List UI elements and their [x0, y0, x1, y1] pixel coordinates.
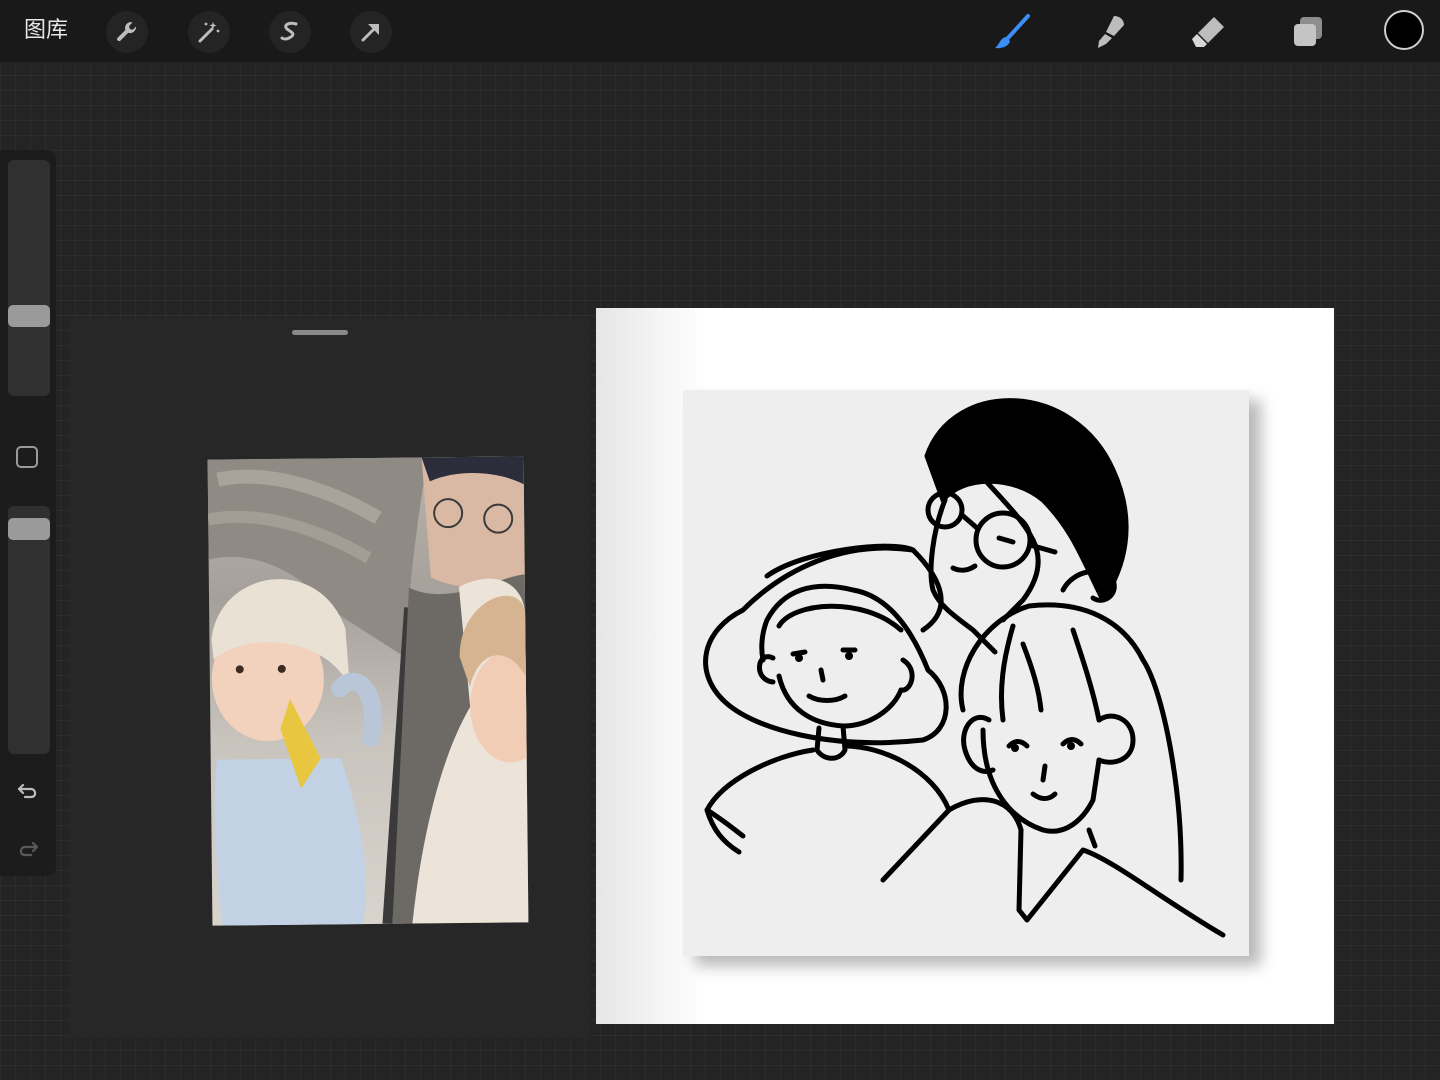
selection-s-icon: [280, 21, 298, 41]
undo-button[interactable]: [14, 776, 42, 804]
modify-button[interactable]: [16, 446, 38, 468]
smudge-button[interactable]: [1088, 10, 1132, 54]
selection-button[interactable]: [269, 11, 311, 53]
color-picker-button[interactable]: [1384, 10, 1424, 50]
layers-icon: [1294, 17, 1322, 46]
arrow-cursor-icon: [361, 24, 379, 42]
drawing-canvas[interactable]: [596, 308, 1334, 1024]
family-line-art: [703, 398, 1226, 938]
line-art-drawing: [683, 390, 1249, 956]
adjustments-button[interactable]: [188, 11, 230, 53]
brush-icon: [995, 14, 1030, 49]
top-toolbar: 图库: [0, 0, 1440, 62]
brush-size-thumb[interactable]: [8, 305, 50, 327]
redo-icon: [19, 841, 39, 857]
layers-button[interactable]: [1286, 10, 1330, 54]
brush-size-slider[interactable]: [8, 160, 50, 396]
smudge-icon: [1098, 16, 1124, 48]
transform-button[interactable]: [350, 11, 392, 53]
redo-button[interactable]: [14, 834, 42, 862]
wrench-icon: [117, 22, 137, 42]
family-selfie-photo: [206, 456, 551, 926]
eraser-button[interactable]: [1186, 10, 1230, 54]
undo-icon: [17, 783, 37, 799]
photo-illustration: [206, 456, 551, 926]
drag-handle-icon[interactable]: [292, 330, 348, 335]
left-sidebar: [0, 150, 56, 876]
actions-button[interactable]: [106, 11, 148, 53]
opacity-slider[interactable]: [8, 506, 50, 754]
gallery-button[interactable]: 图库: [24, 16, 68, 46]
brush-button[interactable]: [990, 10, 1034, 54]
eraser-icon: [1192, 17, 1224, 47]
opacity-thumb[interactable]: [8, 518, 50, 540]
reference-panel[interactable]: [70, 318, 590, 1038]
magic-wand-icon: [198, 22, 220, 43]
